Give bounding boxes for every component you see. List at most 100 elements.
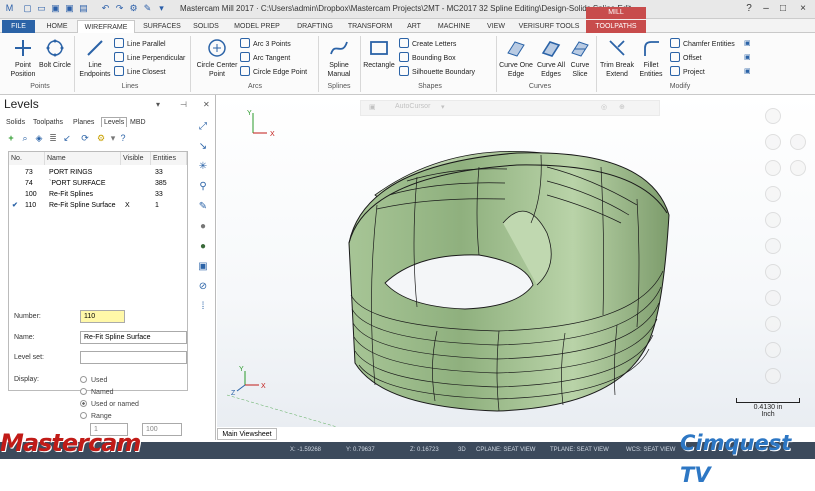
project-button[interactable]: Project xyxy=(670,66,705,78)
hide-icon[interactable]: ⊘ xyxy=(197,281,209,293)
view-pan-icon[interactable] xyxy=(765,264,781,280)
view-shade-icon[interactable] xyxy=(765,290,781,306)
tools-icon[interactable]: ✎ xyxy=(142,3,153,14)
autocursor-dropdown-icon[interactable]: ▾ xyxy=(441,103,445,111)
tab-levels-panel[interactable]: Levels xyxy=(101,117,128,127)
level-set-field[interactable] xyxy=(80,351,187,364)
line-perpendicular-button[interactable]: Line Perpendicular xyxy=(114,52,185,64)
undo-icon[interactable]: ↶ xyxy=(100,3,111,14)
offset-button[interactable]: Offset xyxy=(670,52,702,64)
help-icon[interactable]: ? xyxy=(741,2,757,15)
line-parallel-button[interactable]: Line Parallel xyxy=(114,38,166,50)
display-named-radio[interactable]: Named xyxy=(80,388,114,396)
number-field[interactable]: 110 xyxy=(80,310,125,323)
select-icon[interactable]: ◎ xyxy=(601,103,607,111)
graphics-viewport[interactable]: Y X Y X Z xyxy=(217,95,815,427)
tab-solids-panel[interactable]: Solids xyxy=(6,119,25,126)
view-more-icon[interactable] xyxy=(765,368,781,384)
display-range-radio[interactable]: Range xyxy=(80,412,112,420)
extra-tool-icon[interactable]: ▣ xyxy=(744,52,751,64)
select-chain-icon[interactable]: ↘ xyxy=(197,141,209,153)
bolt-circle-button[interactable]: Bolt Circle xyxy=(38,37,72,70)
tab-file[interactable]: FILE xyxy=(2,20,35,33)
view-iso-icon[interactable] xyxy=(765,160,781,176)
spline-manual-button[interactable]: Spline Manual xyxy=(320,37,358,79)
row-visible[interactable]: X xyxy=(125,200,130,211)
display-used-or-named-radio[interactable]: Used or named xyxy=(80,400,139,408)
view-fit-icon[interactable] xyxy=(765,212,781,228)
trim-break-extend-button[interactable]: Trim Break Extend xyxy=(598,37,636,79)
tab-mbd-panel[interactable]: MBD xyxy=(130,119,146,126)
tab-toolpaths[interactable]: TOOLPATHS xyxy=(586,20,646,33)
column-header-no[interactable]: No. xyxy=(9,152,45,165)
view-grid-icon[interactable] xyxy=(765,342,781,358)
chamfer-entities-button[interactable]: Chamfer Entities xyxy=(670,38,735,50)
tab-planes-panel[interactable]: Planes xyxy=(73,119,94,126)
curve-all-edges-button[interactable]: Curve All Edges xyxy=(534,37,568,79)
view-rotate-icon[interactable] xyxy=(765,186,781,202)
tab-art[interactable]: ART xyxy=(402,20,426,33)
status-mode[interactable]: 3D xyxy=(458,447,466,453)
find-level-icon[interactable]: ⌕ xyxy=(20,133,30,143)
panel-menu-icon[interactable]: ▾ xyxy=(156,100,160,109)
bounding-box-button[interactable]: Bounding Box xyxy=(399,52,456,64)
tab-transform[interactable]: TRANSFORM xyxy=(344,20,396,33)
customize-icon[interactable]: ▾ xyxy=(156,3,167,14)
levels-stack-icon[interactable]: ≣ xyxy=(48,133,58,143)
select-all-icon[interactable]: ⊕ xyxy=(619,103,625,111)
make-main-icon[interactable]: ↙ xyxy=(62,133,72,143)
range-to-field[interactable]: 100 xyxy=(142,423,182,436)
circle-edge-point-button[interactable]: Circle Edge Point xyxy=(240,66,307,78)
view-top-icon[interactable] xyxy=(765,108,781,124)
save-icon[interactable]: ▣ xyxy=(50,3,61,14)
level-set-icon[interactable]: ◈ xyxy=(34,133,44,143)
line-endpoints-button[interactable]: Line Endpoints xyxy=(74,37,116,79)
tab-home[interactable]: HOME xyxy=(38,20,76,33)
circle-center-point-button[interactable]: Circle Center Point xyxy=(193,37,241,79)
properties-icon[interactable]: ⚙ xyxy=(128,3,139,14)
close-button[interactable]: × xyxy=(795,2,811,15)
new-file-icon[interactable]: ▢ xyxy=(22,3,33,14)
tab-model-prep[interactable]: MODEL PREP xyxy=(228,20,286,33)
viewsheet-tab[interactable]: Main Viewsheet xyxy=(217,428,277,440)
name-field[interactable]: Re-Fit Spline Surface xyxy=(80,331,187,344)
tab-solids[interactable]: SOLIDS xyxy=(188,20,224,33)
refresh-icon[interactable]: ⟳ xyxy=(80,133,90,143)
table-row[interactable]: 74 `PORT SURFACE 385 xyxy=(9,178,187,189)
column-header-visible[interactable]: Visible xyxy=(121,152,151,165)
extra-tool-icon[interactable]: ▣ xyxy=(744,66,751,78)
view-front-icon[interactable] xyxy=(765,134,781,150)
maximize-button[interactable]: □ xyxy=(775,2,791,15)
surface-model[interactable]: Y X Y X Z xyxy=(217,95,815,427)
status-cplane[interactable]: CPLANE: SEAT VIEW xyxy=(476,447,535,453)
table-row-active[interactable]: ✔ 110 Re-Fit Spline Surface X 1 xyxy=(9,200,187,211)
extra-tool-icon[interactable]: ▣ xyxy=(744,38,751,50)
minimize-button[interactable]: – xyxy=(758,2,774,15)
table-row[interactable]: 73 PORT RINGS 33 xyxy=(9,167,187,178)
tab-surfaces[interactable]: SURFACES xyxy=(138,20,186,33)
print-icon[interactable]: ▤ xyxy=(78,3,89,14)
floating-autocursor-toolbar[interactable]: ▣ AutoCursor ▾ ◎ ⊕ xyxy=(360,100,660,116)
tab-machine[interactable]: MACHINE xyxy=(432,20,476,33)
save-view-icon[interactable]: ▣ xyxy=(197,261,209,273)
status-tplane[interactable]: TPLANE: SEAT VIEW xyxy=(550,447,609,453)
column-header-name[interactable]: Name xyxy=(45,152,121,165)
open-file-icon[interactable]: ▭ xyxy=(36,3,47,14)
help-circle-icon[interactable]: ? xyxy=(118,133,128,143)
view-wireframe-icon[interactable] xyxy=(765,316,781,332)
snap-icon[interactable]: ✳ xyxy=(197,161,209,173)
settings-dropdown-icon[interactable]: ▾ xyxy=(108,133,118,143)
tab-wireframe[interactable]: WIREFRAME xyxy=(77,20,135,34)
line-closest-button[interactable]: Line Closest xyxy=(114,66,166,78)
tab-toolpaths-panel[interactable]: Toolpaths xyxy=(33,119,63,126)
view-zoom-icon[interactable] xyxy=(765,238,781,254)
save-as-icon[interactable]: ▣ xyxy=(64,3,75,14)
lock-icon[interactable]: ▣ xyxy=(369,103,376,111)
settings-icon[interactable]: ⚙ xyxy=(96,133,106,143)
table-row[interactable]: 100 Re-Fit Splines 33 xyxy=(9,189,187,200)
verify-icon[interactable]: ⚲ xyxy=(197,181,209,193)
display-used-radio[interactable]: Used xyxy=(80,376,107,384)
curve-one-edge-button[interactable]: Curve One Edge xyxy=(498,37,534,79)
arc-tangent-button[interactable]: Arc Tangent xyxy=(240,52,290,64)
sphere-icon[interactable]: ● xyxy=(197,221,209,233)
